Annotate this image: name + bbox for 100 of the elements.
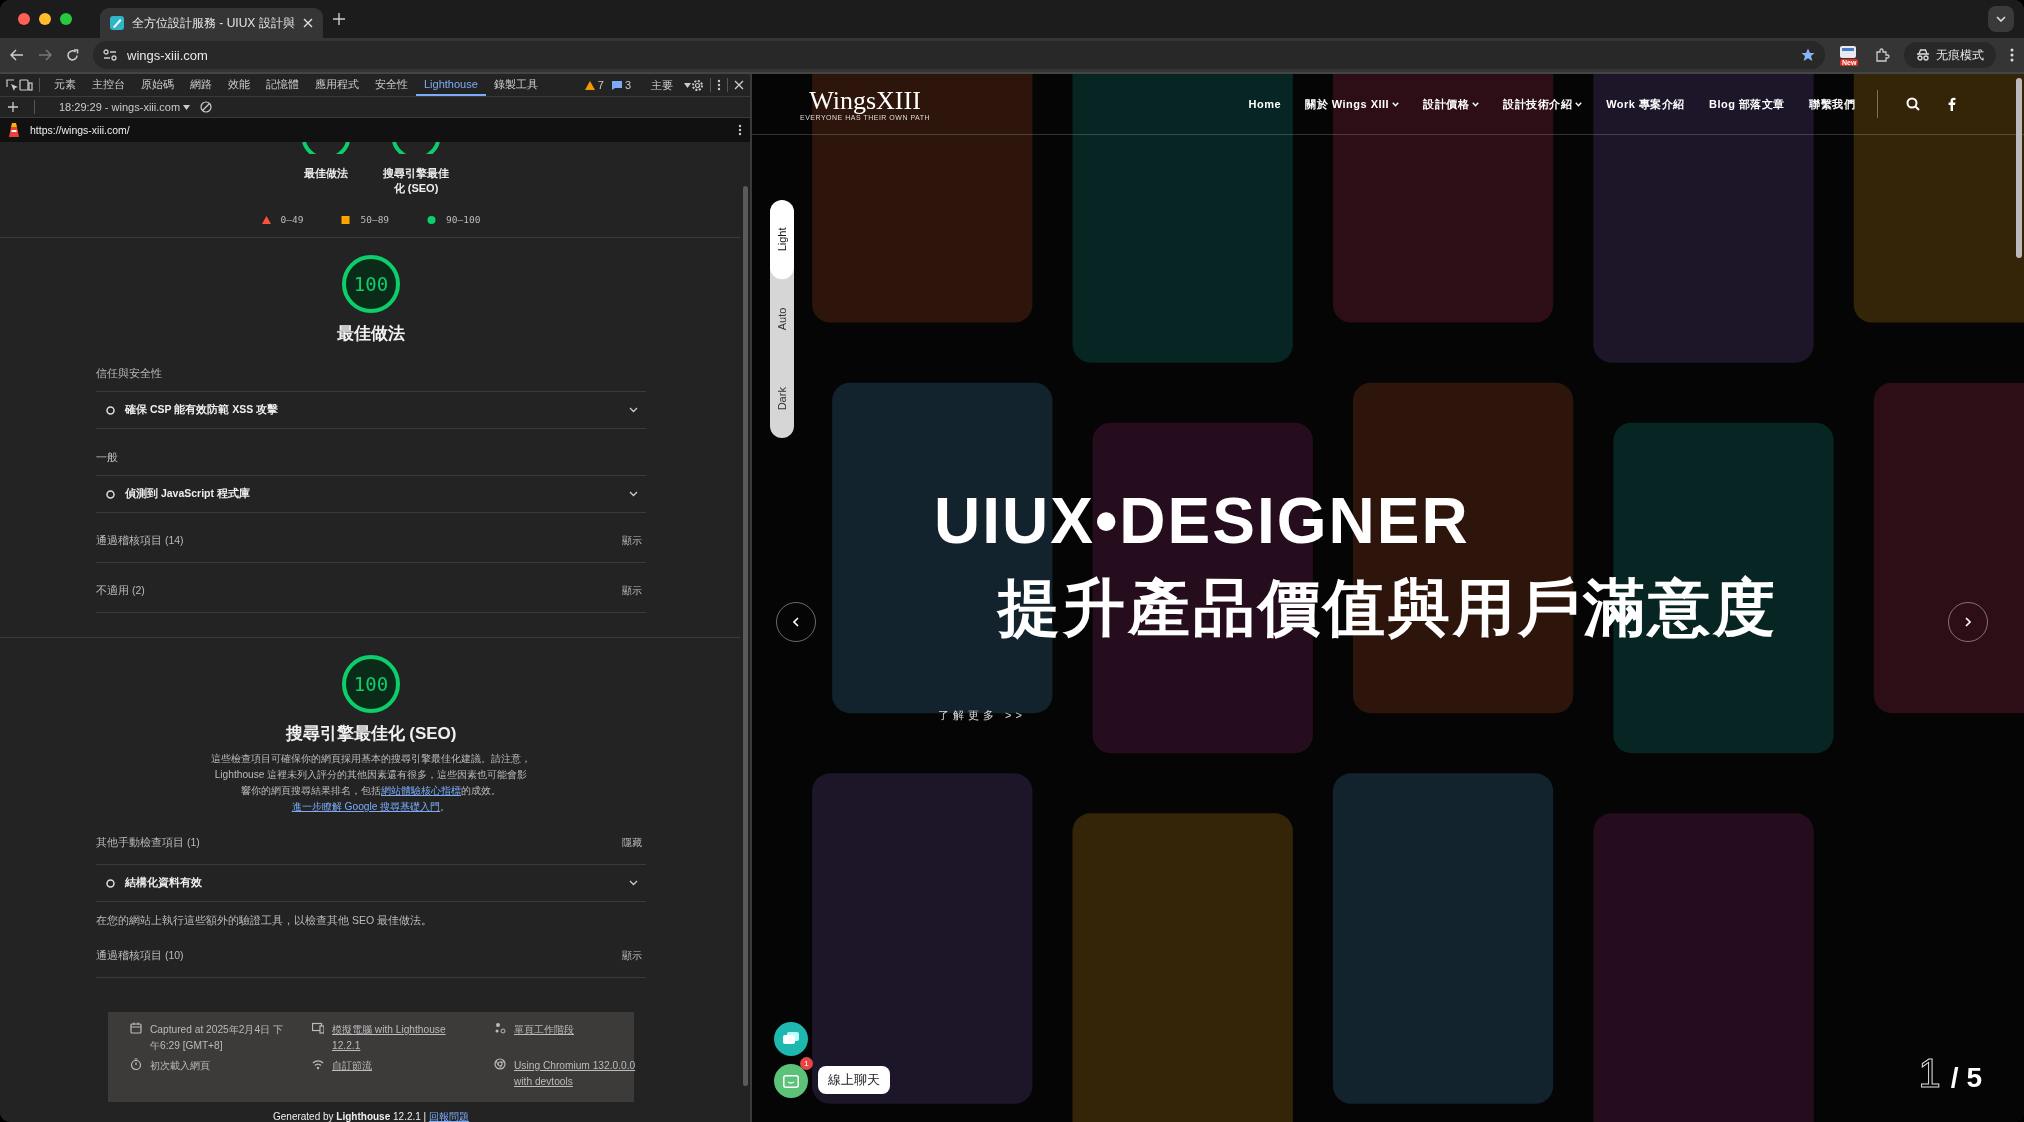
warnings-count[interactable]: 7 <box>584 79 604 91</box>
score-gauge <box>341 254 401 314</box>
nav-link[interactable]: 聯繫我們 <box>1797 96 1867 112</box>
devtools-tab[interactable]: 原始碼 <box>133 74 182 96</box>
browser-tab[interactable]: 全方位設計服務 - UIUX 設計與 <box>100 8 323 38</box>
chevron-right-icon <box>1965 617 1971 627</box>
incognito-icon <box>1916 49 1930 61</box>
nav-link[interactable]: Home <box>1236 98 1294 110</box>
toggle-link[interactable]: 顯示 <box>622 533 642 548</box>
learn-more-link[interactable]: 了解更多 >> <box>938 708 1026 723</box>
site-settings-icon <box>103 49 117 61</box>
inspect-icon[interactable] <box>6 78 19 92</box>
more-icon[interactable] <box>738 124 742 136</box>
group-title: 不適用 (2) <box>96 583 146 598</box>
text-link[interactable]: 進一步瞭解 Google 搜尋基礎入門 <box>291 801 441 812</box>
scrollbar[interactable] <box>743 186 748 1086</box>
nav-link[interactable]: Blog 部落文章 <box>1697 96 1797 112</box>
settings-icon[interactable] <box>691 78 704 92</box>
nav-link[interactable]: 關於 Wings XIII <box>1293 96 1412 112</box>
message-icon <box>783 1074 799 1088</box>
score-value: 100 <box>353 274 389 294</box>
hero-headline: UIUX•DESIGNER <box>934 486 1470 556</box>
close-icon[interactable] <box>302 18 313 28</box>
chevron-down-icon <box>629 491 638 497</box>
messages-count[interactable]: 3 <box>611 79 631 91</box>
environment-text: Captured at 2025年2月4日 下午6:29 [GMT+8] <box>150 1023 284 1053</box>
clear-icon[interactable] <box>200 101 213 113</box>
devtools-tab[interactable]: 應用程式 <box>307 74 367 96</box>
chevron-down-icon <box>629 407 638 413</box>
tab-title: 全方位設計服務 - UIUX 設計與 <box>132 14 295 32</box>
toggle-link[interactable]: 顯示 <box>622 948 642 963</box>
theme-option[interactable]: Dark <box>770 358 794 438</box>
window-control[interactable] <box>60 13 72 25</box>
dots-icon <box>494 1022 506 1034</box>
group-title: 通過稽核項目 (14) <box>96 533 185 548</box>
stopwatch-icon <box>130 1058 142 1070</box>
group-title: 一般 <box>96 429 646 476</box>
more-icon[interactable] <box>2010 48 2014 62</box>
reload-icon[interactable] <box>66 48 79 62</box>
warning-icon <box>584 80 595 90</box>
devtools-tab[interactable]: 效能 <box>220 74 258 96</box>
plus-icon[interactable] <box>8 102 18 112</box>
devtools-tab[interactable]: 主控台 <box>84 74 133 96</box>
theme-switch[interactable]: Light Auto Dark <box>770 200 794 438</box>
category-label[interactable]: 最佳做法 <box>304 166 348 181</box>
context-dropdown[interactable]: 主要 <box>651 77 673 93</box>
text-link[interactable]: 模擬電腦 with Lighthouse 12.2.1 <box>332 1022 468 1054</box>
score-gauge <box>341 654 401 714</box>
calendar-icon <box>130 1022 142 1034</box>
audit-row[interactable]: 結構化資料有效 <box>96 865 646 902</box>
slide-total: / 5 <box>1950 1062 1982 1094</box>
text-link[interactable]: 自訂節流 <box>332 1058 468 1074</box>
text-link[interactable]: Using Chromium 132.0.0.0 with devtools <box>514 1058 650 1090</box>
report-url: https://wings-xiii.com/ <box>30 124 130 136</box>
toggle-link[interactable]: 隱藏 <box>622 835 642 850</box>
chevron-left-icon <box>793 617 799 627</box>
text-link[interactable]: 單頁工作階段 <box>514 1022 650 1038</box>
extension-icon[interactable] <box>1839 45 1857 59</box>
environment-text: 初次載入網頁 <box>150 1059 211 1073</box>
devtools-tab[interactable]: 記憶體 <box>258 74 307 96</box>
score-range: 50–89 <box>360 214 390 225</box>
audit-row[interactable]: 偵測到 JavaScript 程式庫 <box>96 476 646 513</box>
devtools-tab[interactable]: Lighthouse <box>416 74 486 96</box>
back-icon[interactable] <box>10 49 24 61</box>
devtools-tab[interactable]: 安全性 <box>367 74 416 96</box>
group-title: 信任與安全性 <box>96 345 646 392</box>
chromium-icon <box>494 1058 506 1070</box>
chevron-down-icon <box>1996 16 2006 22</box>
report-dropdown[interactable]: 18:29:29 - wings-xiii.com <box>59 101 191 113</box>
theme-option[interactable]: Light <box>770 200 794 280</box>
pen-icon <box>110 16 124 30</box>
category-label[interactable]: 搜尋引擎最佳化 (SEO) <box>381 166 451 196</box>
nav-link[interactable]: 設計價格 <box>1411 96 1492 112</box>
text-link[interactable]: 網站體驗核心指標 <box>381 785 461 796</box>
device-icon[interactable] <box>19 79 33 91</box>
incognito-button[interactable]: 无痕模式 <box>1904 42 1996 68</box>
audit-row[interactable]: 確保 CSP 能有效防範 XSS 攻擊 <box>96 392 646 429</box>
close-icon[interactable] <box>734 80 744 90</box>
nav-link[interactable]: Work 專案介紹 <box>1594 96 1697 112</box>
address-field[interactable]: wings-xiii.com <box>93 41 1825 69</box>
text-link[interactable]: 回報問題 <box>429 1111 469 1122</box>
facebook-icon[interactable] <box>1948 97 1956 111</box>
star-icon[interactable] <box>1801 48 1815 62</box>
gauge-icon <box>391 142 441 154</box>
devtools-tab[interactable]: 網路 <box>182 74 220 96</box>
more-icon[interactable] <box>717 79 721 91</box>
tab-search-button[interactable] <box>1988 6 2014 32</box>
scrollbar[interactable] <box>2016 78 2022 258</box>
toggle-link[interactable]: 顯示 <box>622 583 642 598</box>
devtools-tab[interactable]: 元素 <box>46 74 84 96</box>
puzzle-icon[interactable] <box>1875 47 1890 63</box>
plus-icon[interactable] <box>332 13 345 25</box>
forward-icon[interactable] <box>38 49 52 61</box>
devtools-tab[interactable]: 錄製工具 <box>485 74 546 96</box>
nav-link[interactable]: 設計技術介紹 <box>1491 96 1595 112</box>
message-icon <box>611 80 622 90</box>
window-control[interactable] <box>39 13 51 25</box>
window-control[interactable] <box>18 13 30 25</box>
theme-option[interactable]: Auto <box>770 279 794 359</box>
search-icon[interactable] <box>1906 97 1920 111</box>
